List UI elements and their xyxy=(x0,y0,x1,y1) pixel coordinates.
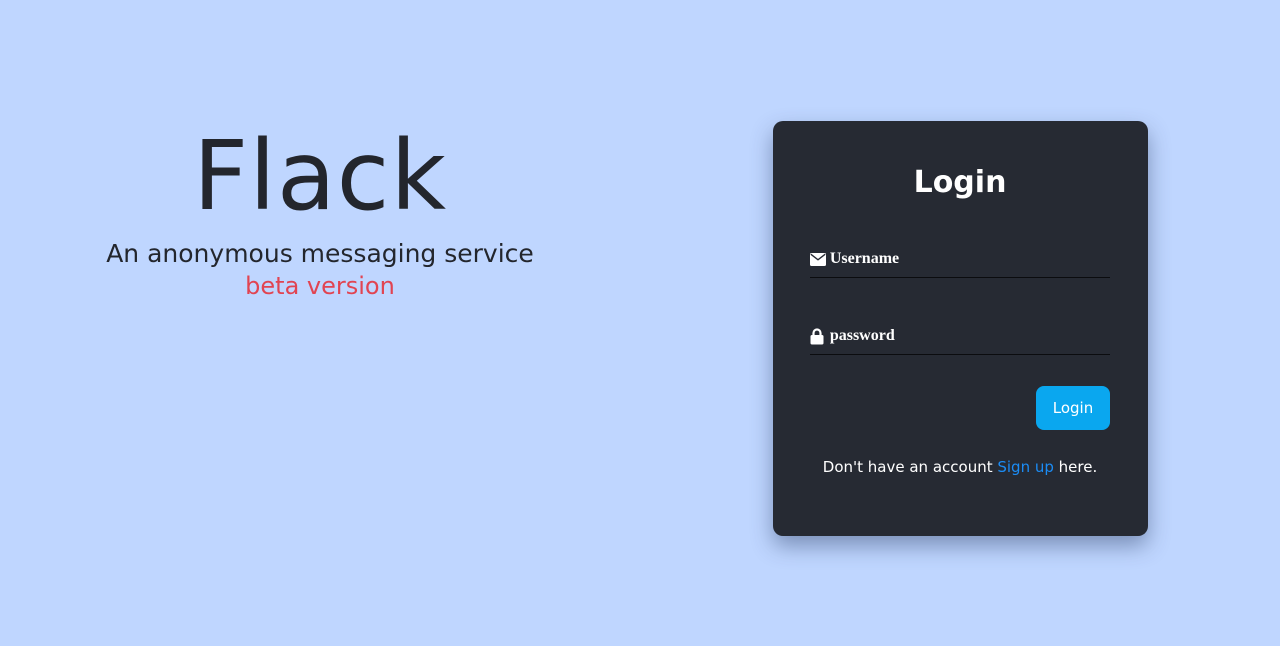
signup-prompt: Don't have an account Sign up here. xyxy=(810,458,1110,476)
beta-label: beta version xyxy=(245,272,395,300)
form-actions: Login xyxy=(810,386,1110,430)
app-title: Flack xyxy=(192,120,448,232)
username-input[interactable] xyxy=(829,250,1110,268)
envelope-icon xyxy=(810,250,827,268)
password-input[interactable] xyxy=(829,327,1110,345)
lock-icon xyxy=(810,327,827,345)
signup-suffix: here. xyxy=(1053,458,1098,476)
hero-section: Flack An anonymous messaging service bet… xyxy=(60,120,580,302)
signup-link[interactable]: Sign up xyxy=(997,458,1054,476)
password-field xyxy=(810,318,1110,355)
login-card: Login Login Don't have an account Sign u… xyxy=(773,121,1148,536)
app-tagline: An anonymous messaging service xyxy=(106,239,534,268)
signup-prefix: Don't have an account xyxy=(822,458,998,476)
username-field xyxy=(810,241,1110,278)
login-button[interactable]: Login xyxy=(1036,386,1110,430)
login-title: Login xyxy=(913,165,1007,200)
